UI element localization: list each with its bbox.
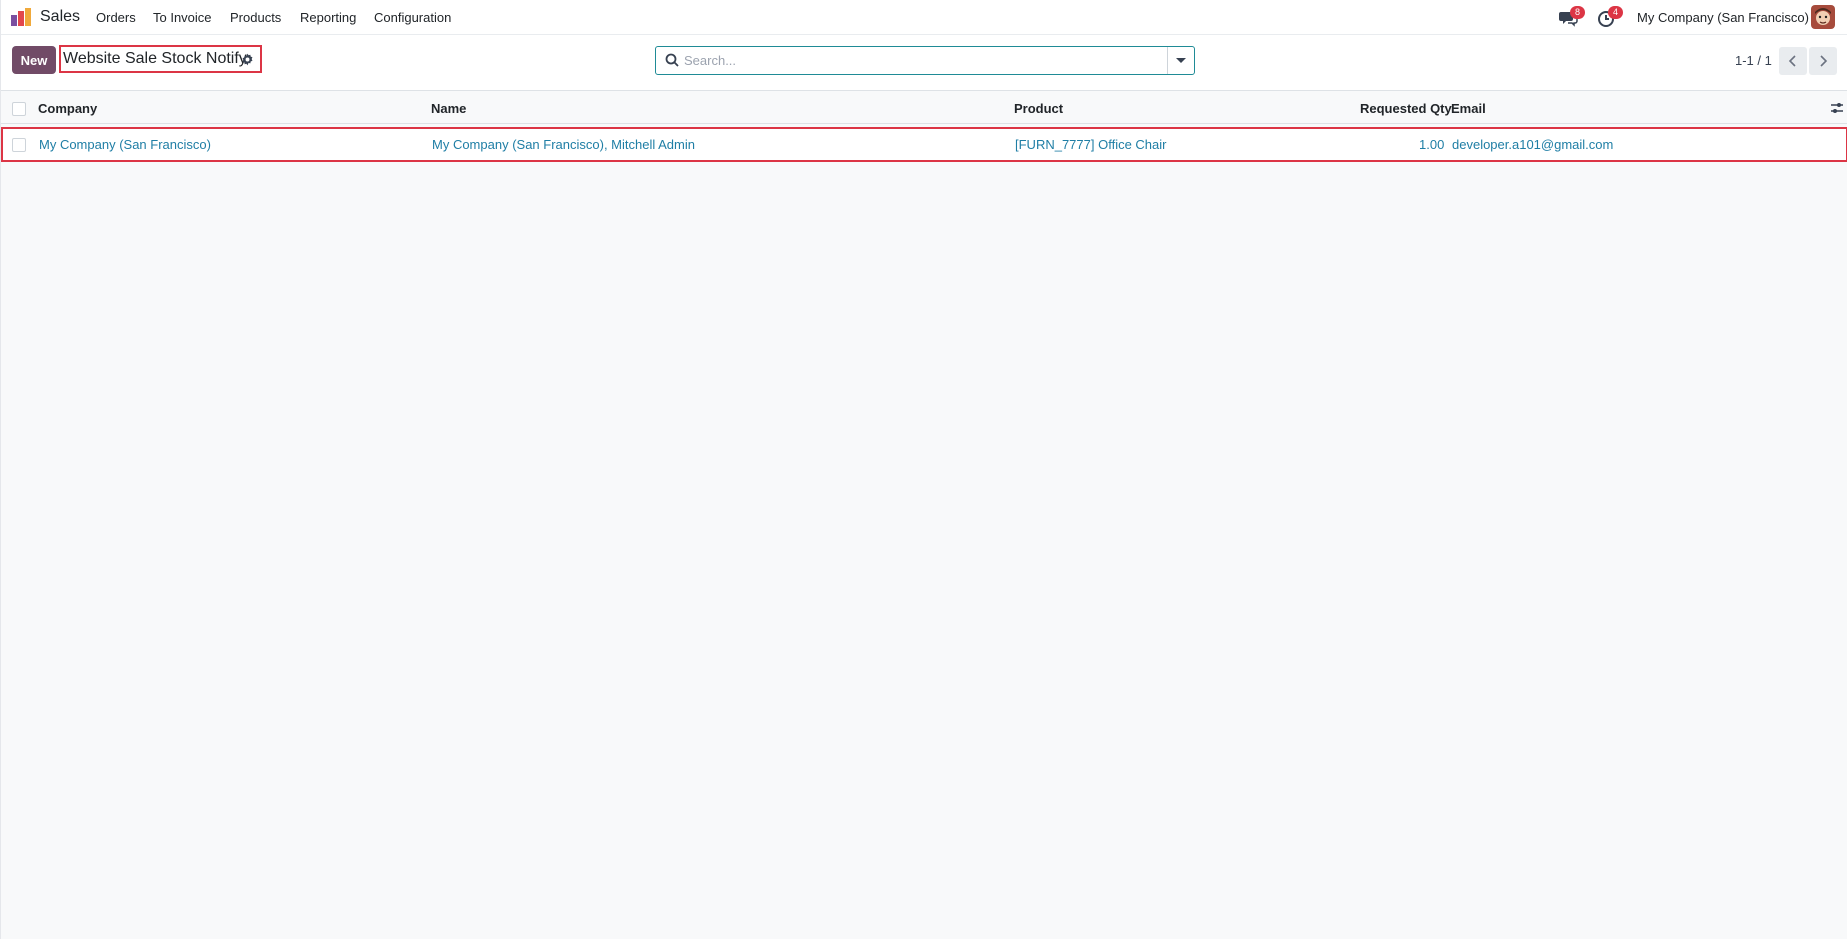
column-company[interactable]: Company bbox=[38, 101, 97, 116]
activities-badge: 4 bbox=[1608, 6, 1623, 19]
page-title: Website Sale Stock Notify bbox=[63, 50, 247, 67]
column-requested-qty[interactable]: Requested Qty bbox=[1360, 101, 1452, 116]
cell-requested-qty: 1.00 bbox=[1419, 137, 1445, 152]
search-icon bbox=[665, 53, 679, 67]
row-checkbox[interactable] bbox=[12, 138, 26, 152]
pager-value[interactable]: 1-1 / 1 bbox=[1735, 53, 1772, 68]
control-panel: New Website Sale Stock Notify 1-1 / 1 bbox=[1, 35, 1847, 91]
messages-badge: 8 bbox=[1570, 6, 1585, 19]
column-name[interactable]: Name bbox=[431, 101, 466, 116]
search-bar bbox=[655, 46, 1195, 75]
table-row[interactable]: My Company (San Francisco) My Company (S… bbox=[1, 127, 1847, 162]
top-navbar: Sales Orders To Invoice Products Reporti… bbox=[1, 0, 1847, 35]
menu-configuration[interactable]: Configuration bbox=[374, 10, 451, 25]
pager-previous-button[interactable] bbox=[1779, 47, 1807, 75]
chevron-left-icon bbox=[1788, 55, 1796, 67]
menu-products[interactable]: Products bbox=[230, 10, 281, 25]
cell-name[interactable]: My Company (San Francisco), Mitchell Adm… bbox=[432, 137, 695, 152]
menu-to-invoice[interactable]: To Invoice bbox=[153, 10, 212, 25]
list-header: Company Name Product Requested Qty Email bbox=[1, 92, 1847, 124]
menu-orders[interactable]: Orders bbox=[96, 10, 136, 25]
pager-next-button[interactable] bbox=[1809, 47, 1837, 75]
search-options-toggle[interactable] bbox=[1167, 47, 1194, 74]
caret-down-icon bbox=[1176, 58, 1186, 63]
menu-reporting[interactable]: Reporting bbox=[300, 10, 356, 25]
cell-company[interactable]: My Company (San Francisco) bbox=[39, 137, 211, 152]
cell-product[interactable]: [FURN_7777] Office Chair bbox=[1015, 137, 1167, 152]
app-name[interactable]: Sales bbox=[40, 8, 80, 26]
select-all-checkbox[interactable] bbox=[12, 102, 26, 116]
company-switcher[interactable]: My Company (San Francisco) bbox=[1637, 10, 1809, 25]
app-logo-icon[interactable] bbox=[11, 8, 31, 26]
new-button[interactable]: New bbox=[12, 46, 56, 74]
avatar[interactable] bbox=[1811, 5, 1835, 29]
gear-icon[interactable] bbox=[241, 53, 254, 66]
column-email[interactable]: Email bbox=[1451, 101, 1486, 116]
breadcrumb: Website Sale Stock Notify bbox=[59, 45, 262, 73]
search-input[interactable] bbox=[684, 48, 1154, 73]
chevron-right-icon bbox=[1820, 55, 1828, 67]
cell-email[interactable]: developer.a101@gmail.com bbox=[1452, 137, 1613, 152]
column-product[interactable]: Product bbox=[1014, 101, 1063, 116]
optional-columns-icon[interactable] bbox=[1830, 101, 1844, 115]
